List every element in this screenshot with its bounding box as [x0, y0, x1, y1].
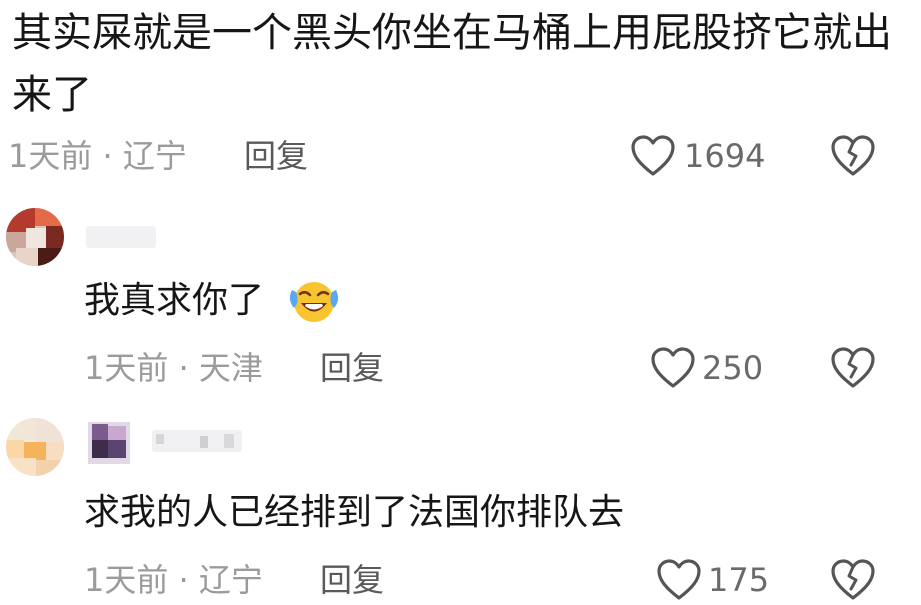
- username-blurred[interactable]: [86, 226, 156, 248]
- comment-text: 求我的人已经排到了法国你排队去: [84, 492, 625, 533]
- user-badge: [88, 422, 130, 464]
- broken-heart-icon[interactable]: [830, 134, 876, 178]
- comment-text: 我真求你了: [84, 280, 265, 321]
- heart-outline-icon[interactable]: [650, 346, 696, 390]
- like-count: 1694: [684, 137, 766, 175]
- avatar[interactable]: [6, 418, 64, 476]
- heart-outline-icon[interactable]: [656, 558, 702, 602]
- username-blurred[interactable]: [152, 430, 242, 452]
- like-count: 175: [708, 561, 770, 599]
- comment-meta: 1天前 · 辽宁: [8, 137, 187, 175]
- heart-outline-icon[interactable]: [630, 134, 676, 178]
- comment-text: 其实屎就是一个黑头你坐在马桶上用屁股挤它就出来了: [12, 10, 892, 118]
- broken-heart-icon[interactable]: [830, 558, 876, 602]
- like-count: 250: [702, 349, 764, 387]
- reply-button[interactable]: 回复: [244, 136, 308, 176]
- comment-meta: 1天前 · 辽宁: [84, 561, 263, 599]
- avatar[interactable]: [6, 208, 64, 266]
- reply-button[interactable]: 回复: [320, 348, 384, 388]
- reply-button[interactable]: 回复: [320, 560, 384, 600]
- broken-heart-icon[interactable]: [830, 346, 876, 390]
- comment-meta: 1天前 · 天津: [84, 349, 263, 387]
- laughing-crying-emoji: [286, 276, 342, 326]
